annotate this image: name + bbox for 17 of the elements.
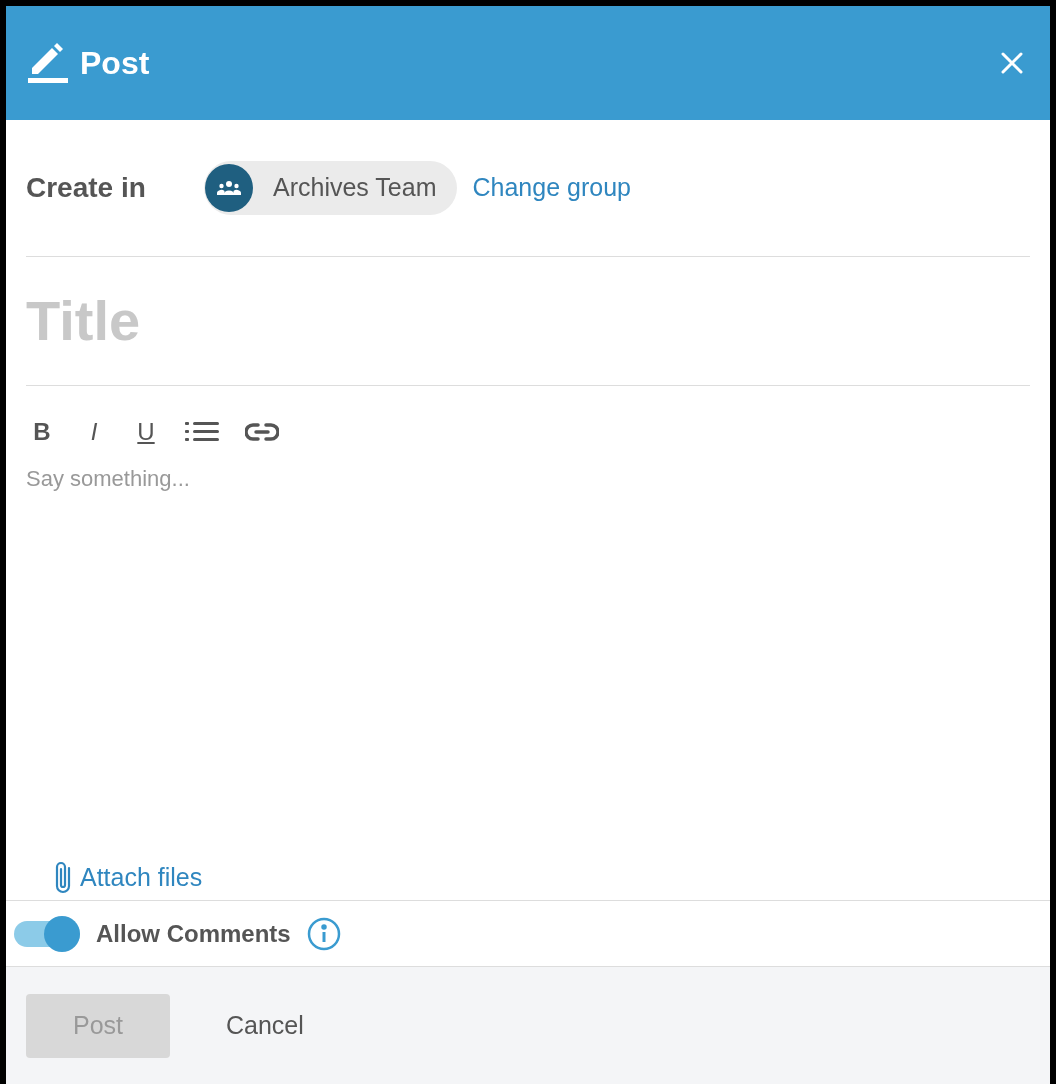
pencil-icon — [26, 42, 68, 84]
group-name: Archives Team — [273, 172, 437, 204]
allow-comments-toggle[interactable] — [14, 915, 80, 952]
info-icon[interactable] — [306, 916, 341, 951]
dialog-title: Post — [80, 44, 150, 83]
create-in-label: Create in — [26, 171, 147, 205]
cancel-button[interactable]: Cancel — [226, 993, 304, 1058]
attach-files-link[interactable]: Attach files — [52, 858, 203, 896]
list-icon — [185, 421, 219, 443]
allow-comments-label: Allow Comments — [96, 918, 291, 949]
italic-button[interactable]: I — [78, 414, 110, 450]
link-icon — [245, 422, 279, 442]
bold-button[interactable]: B — [26, 414, 58, 450]
change-group-link[interactable]: Change group — [472, 169, 631, 207]
group-avatar-icon — [205, 164, 253, 212]
close-icon — [1000, 51, 1024, 75]
underline-button[interactable]: U — [130, 414, 162, 450]
